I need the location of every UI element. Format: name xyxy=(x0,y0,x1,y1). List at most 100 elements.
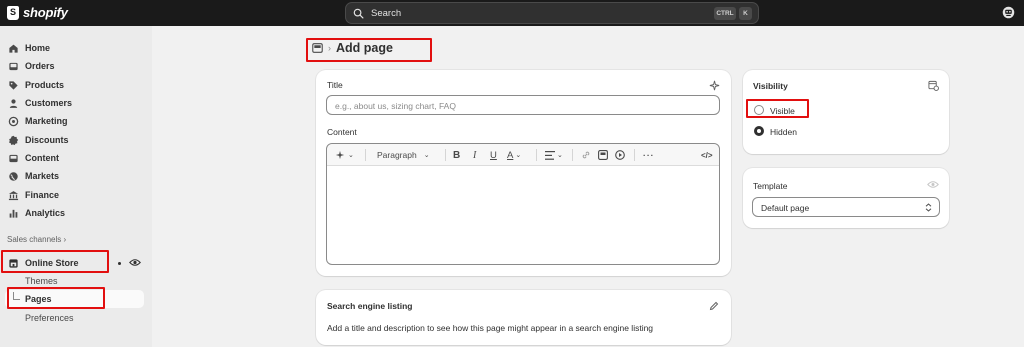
sidebar-item-label: Products xyxy=(25,80,65,90)
editor-toolbar: ⌄ Paragraph ⌄ B I U A ⌄ ⌄ ··· </> xyxy=(327,144,719,166)
sales-channels-text: Sales channels xyxy=(7,235,62,244)
page-content-card: Title e.g., about us, sizing chart, FAQ … xyxy=(316,70,731,276)
radio-hidden[interactable] xyxy=(754,126,764,136)
annotation-highlight xyxy=(1,250,109,273)
chevron-down-icon: ⌄ xyxy=(515,152,522,159)
chevron-down-icon: ⌄ xyxy=(348,152,354,159)
sidebar-item-analytics[interactable]: Analytics xyxy=(0,204,152,222)
target-icon xyxy=(8,116,19,126)
pencil-icon[interactable] xyxy=(709,301,719,311)
sidebar-item-home[interactable]: Home xyxy=(0,39,152,57)
sparkle-icon[interactable] xyxy=(709,80,720,91)
sidebar-item-label: Customers xyxy=(25,98,73,108)
annotation-highlight xyxy=(7,287,105,309)
person-icon xyxy=(9,98,18,108)
sidebar-item-label: Themes xyxy=(25,276,58,286)
underline-icon: U xyxy=(490,149,497,161)
shortcut-ctrl: CTRL xyxy=(714,7,736,20)
globe-icon xyxy=(9,171,18,181)
bank-icon xyxy=(8,190,19,200)
content-label: Content xyxy=(327,127,357,137)
sales-channels-label[interactable]: Sales channels › xyxy=(7,235,66,244)
eye-icon[interactable] xyxy=(129,258,141,267)
toolbar-divider xyxy=(572,149,573,161)
radio-hidden-label: Hidden xyxy=(770,127,797,137)
chevron-down-icon: ⌄ xyxy=(423,152,430,159)
insert-video-button[interactable] xyxy=(615,149,625,161)
text-color-button[interactable]: A ⌄ xyxy=(507,149,521,161)
account-avatar-icon[interactable] xyxy=(1002,6,1015,19)
search-placeholder: Search xyxy=(371,7,402,19)
chevron-right-icon: › xyxy=(63,235,67,244)
sidebar-item-label: Preferences xyxy=(25,313,74,323)
calendar-clock-icon[interactable] xyxy=(928,80,939,91)
align-button[interactable]: ⌄ xyxy=(545,149,563,161)
inbox-icon xyxy=(9,62,18,70)
underline-button[interactable]: U xyxy=(490,149,497,161)
italic-icon: I xyxy=(473,149,477,161)
select-arrows-icon xyxy=(925,203,932,212)
template-select-value: Default page xyxy=(761,203,810,213)
discount-badge-icon xyxy=(9,135,19,145)
play-circle-icon xyxy=(615,150,625,160)
format-select-value: Paragraph xyxy=(377,150,417,160)
italic-button[interactable]: I xyxy=(473,149,476,161)
sidebar-item-finance[interactable]: Finance xyxy=(0,186,152,204)
brand-name: shopify xyxy=(23,5,68,20)
shopify-logo[interactable]: shopify xyxy=(7,5,68,20)
sidebar-item-label: Content xyxy=(25,153,59,163)
sparkle-icon xyxy=(335,150,345,160)
template-heading: Template xyxy=(753,181,788,191)
bar-chart-icon xyxy=(9,209,18,218)
search-input[interactable]: Search CTRL K xyxy=(345,2,759,24)
search-icon xyxy=(353,8,364,18)
title-input-placeholder: e.g., about us, sizing chart, FAQ xyxy=(335,101,456,111)
title-label: Title xyxy=(327,80,343,90)
sidebar-item-customers[interactable]: Customers xyxy=(0,94,152,112)
eye-icon[interactable] xyxy=(927,180,939,189)
seo-heading: Search engine listing xyxy=(327,301,413,311)
show-html-button[interactable]: </> xyxy=(701,149,713,161)
sidebar-item-label: Analytics xyxy=(25,208,66,218)
sidebar-item-label: Home xyxy=(25,43,51,53)
align-left-icon xyxy=(545,150,555,160)
template-card: Template Default page xyxy=(743,168,949,228)
toolbar-divider xyxy=(634,149,635,161)
sidebar-item-marketing[interactable]: Marketing xyxy=(0,112,152,130)
sidebar-item-orders[interactable]: Orders xyxy=(0,57,152,75)
toolbar-divider xyxy=(536,149,537,161)
tag-icon xyxy=(9,80,18,90)
ai-magic-button[interactable]: ⌄ xyxy=(335,149,354,161)
toolbar-divider xyxy=(445,149,446,161)
image-icon xyxy=(598,150,608,160)
sidebar-item-label: Orders xyxy=(25,61,55,71)
sidebar-item-products[interactable]: Products xyxy=(0,76,152,94)
bold-icon: B xyxy=(453,149,461,161)
sidebar-item-content[interactable]: Content xyxy=(0,149,152,167)
link-icon xyxy=(582,151,590,159)
insert-image-button[interactable] xyxy=(598,149,608,161)
template-select[interactable]: Default page xyxy=(752,197,940,217)
sidebar-item-label: Markets xyxy=(25,171,60,181)
seo-description: Add a title and description to see how t… xyxy=(327,323,654,333)
sidebar-item-label: Finance xyxy=(25,190,60,200)
rich-text-editor[interactable]: ⌄ Paragraph ⌄ B I U A ⌄ ⌄ ··· </> xyxy=(326,143,720,265)
sidebar-item-preferences[interactable]: Preferences xyxy=(0,309,152,327)
sidebar-item-markets[interactable]: Markets xyxy=(0,167,152,185)
visibility-heading: Visibility xyxy=(753,81,788,91)
sidebar-item-discounts[interactable]: Discounts xyxy=(0,131,152,149)
title-input[interactable]: e.g., about us, sizing chart, FAQ xyxy=(326,95,720,115)
annotation-highlight xyxy=(746,99,809,118)
annotation-highlight xyxy=(306,38,432,62)
sidebar-item-label: Discounts xyxy=(25,135,69,145)
shortcut-k: K xyxy=(739,7,752,20)
more-options-button[interactable]: ··· xyxy=(643,149,655,161)
format-select[interactable]: Paragraph ⌄ xyxy=(377,149,430,161)
toolbar-divider xyxy=(365,149,366,161)
sidebar-item-label: Marketing xyxy=(25,116,68,126)
chevron-down-icon: ⌄ xyxy=(557,152,563,159)
code-icon: </> xyxy=(701,150,713,160)
seo-card: Search engine listing Add a title and de… xyxy=(316,290,731,345)
link-button[interactable] xyxy=(581,149,591,161)
bold-button[interactable]: B xyxy=(453,149,460,161)
